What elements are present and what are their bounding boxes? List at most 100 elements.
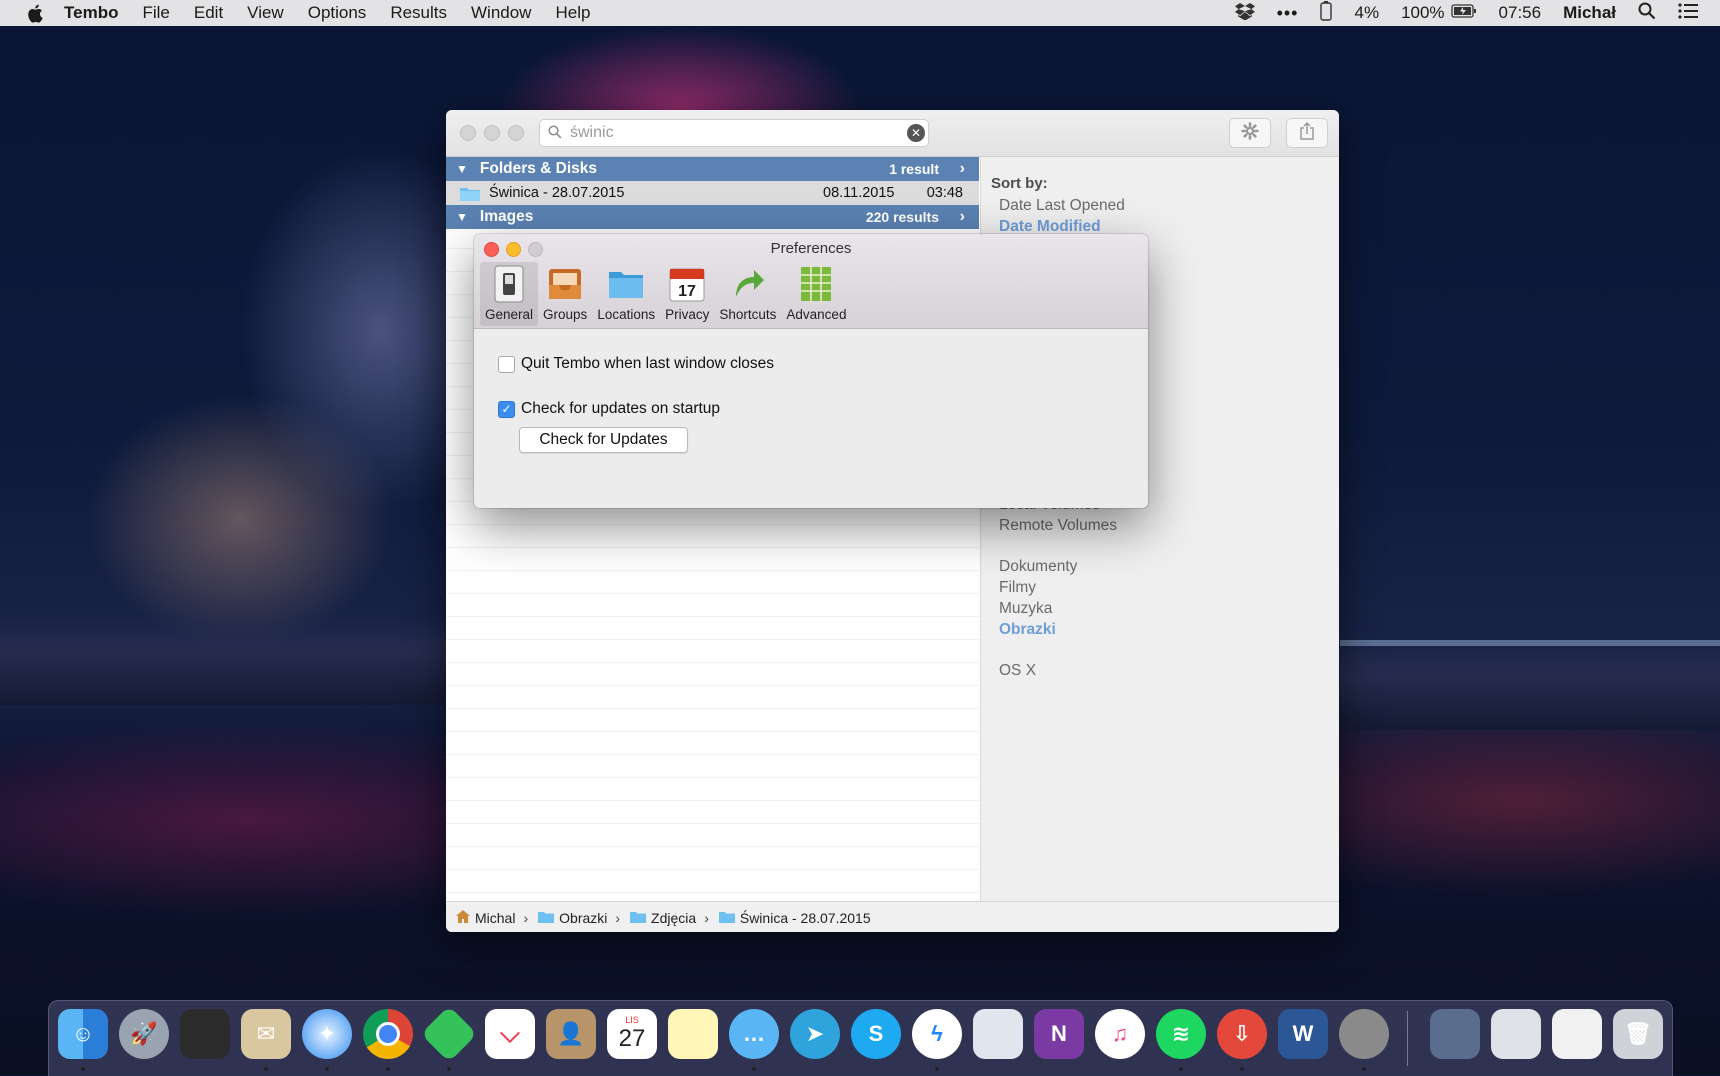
result-row-folder[interactable]: Świnica - 28.07.2015 08.11.2015 03:48 [446,181,979,205]
minimize-button[interactable] [484,125,500,141]
path-crumb-label: Michal [475,909,516,926]
apple-menu-icon[interactable] [24,3,46,23]
location-os-x[interactable]: OS X [999,662,1036,680]
launchpad-icon[interactable]: 🚀 [119,1009,169,1059]
spotlight-icon[interactable] [1638,2,1656,25]
running-indicator [1179,1067,1183,1071]
folder-obrazki[interactable]: Obrazki [999,621,1056,639]
contacts-icon[interactable]: 👤 [546,1009,596,1059]
clock[interactable]: 07:56 [1499,3,1542,23]
folder-dokumenty[interactable]: Dokumenty [999,558,1077,576]
path-crumb-obrazki[interactable]: Obrazki › [538,910,622,926]
calendar-icon: 17 [667,264,707,304]
settings-button[interactable] [1229,118,1271,148]
menu-options[interactable]: Options [308,3,367,23]
clear-search-icon[interactable]: ✕ [907,124,925,142]
tembo-app-icon[interactable] [1339,1009,1389,1059]
path-crumb-zdjecia[interactable]: Zdjęcia › [630,910,711,926]
notification-center-icon[interactable] [1678,2,1698,24]
onenote-icon[interactable]: N [1034,1009,1084,1059]
messages-icon[interactable]: … [729,1009,779,1059]
path-crumb-home[interactable]: Michal › [456,909,530,926]
menu-view[interactable]: View [247,3,284,23]
quit-option-row[interactable]: Quit Tembo when last window closes [498,355,774,373]
quit-checkbox[interactable] [498,355,515,373]
transmit-icon[interactable]: ⇩ [1217,1009,1267,1059]
word-icon[interactable]: W [1278,1009,1328,1059]
preferences-window: Preferences General Groups Locations 17 … [474,234,1148,508]
menu-window[interactable]: Window [471,3,531,23]
calendar-dock-icon[interactable]: LIS 27 [607,1009,657,1059]
battery-icon[interactable] [1450,3,1477,23]
chrome-icon[interactable] [363,1009,413,1059]
messenger-icon[interactable]: ϟ [912,1009,962,1059]
tab-advanced[interactable]: Advanced [781,262,851,326]
group-header-folders[interactable]: ▼ Folders & Disks 1 result › [446,157,979,181]
spreadsheet-icon [796,264,836,304]
tab-general[interactable]: General [480,262,539,326]
home-icon [456,909,470,926]
feedly-icon[interactable] [420,1005,478,1063]
notes-icon[interactable] [668,1009,718,1059]
location-remote-volumes[interactable]: Remote Volumes [999,517,1117,535]
running-indicator [1240,1067,1244,1071]
preview-icon[interactable] [973,1009,1023,1059]
stack-folder-icon[interactable] [1430,1009,1480,1059]
running-indicator [386,1067,390,1071]
stack-photos-icon[interactable] [1491,1009,1541,1059]
pocket-icon[interactable]: ⌵ [485,1009,535,1059]
preferences-general-pane: Quit Tembo when last window closes ✓ Che… [474,329,1148,508]
photo-app-icon[interactable] [180,1009,230,1059]
close-button[interactable] [460,125,476,141]
menu-results[interactable]: Results [390,3,447,23]
sort-date-last-opened[interactable]: Date Last Opened [999,197,1125,215]
folder-muzyka[interactable]: Muzyka [999,600,1052,618]
tab-privacy[interactable]: 17 Privacy [660,262,714,326]
updates-option-row[interactable]: ✓ Check for updates on startup [498,400,720,418]
disclosure-triangle-icon[interactable]: ▼ [456,162,468,176]
telegram-icon[interactable]: ➤ [790,1009,840,1059]
skype-icon[interactable]: S [851,1009,901,1059]
spotify-icon[interactable]: ≋ [1156,1009,1206,1059]
disclosure-triangle-icon[interactable]: ▼ [456,210,468,224]
search-icon [548,125,562,144]
trash-icon[interactable]: 🗑 [1613,1009,1663,1059]
more-icon[interactable]: ••• [1277,3,1299,24]
search-input[interactable] [568,122,892,144]
stack-documents-icon[interactable] [1552,1009,1602,1059]
group-title: Folders & Disks [479,160,598,177]
folder-icon [460,186,480,205]
user-name[interactable]: Michał [1563,3,1616,23]
chevron-right-icon: › [523,909,529,926]
itunes-icon[interactable]: ♫ [1095,1009,1145,1059]
mail-icon[interactable]: ✉ [241,1009,291,1059]
menu-file[interactable]: File [142,3,169,23]
safari-icon[interactable]: ✦ [302,1009,352,1059]
running-indicator [264,1067,268,1071]
gear-icon [1241,121,1259,145]
menu-edit[interactable]: Edit [194,3,223,23]
finder-icon[interactable]: ☺ [58,1009,108,1059]
folder-icon [538,910,555,926]
tab-locations[interactable]: Locations [592,262,660,326]
share-button[interactable] [1286,118,1328,148]
chevron-right-icon[interactable]: › [960,160,965,178]
path-crumb-swinica[interactable]: Świnica - 28.07.2015 [718,910,871,926]
running-indicator [752,1067,756,1071]
menu-bar: Tembo File Edit View Options Results Win… [0,0,1720,26]
dropbox-icon[interactable] [1234,2,1255,25]
group-header-images[interactable]: ▼ Images 220 results › [446,205,979,229]
menu-app-name[interactable]: Tembo [64,3,118,23]
wallpaper-skyline-right [1340,640,1720,730]
search-field[interactable]: ✕ [539,119,929,147]
tab-groups[interactable]: Groups [538,262,592,326]
sort-title: Sort by: [991,175,1048,192]
battery-small-icon[interactable] [1320,0,1333,26]
chevron-right-icon[interactable]: › [960,208,965,226]
zoom-button[interactable] [508,125,524,141]
check-for-updates-button[interactable]: Check for Updates [519,427,688,453]
menu-help[interactable]: Help [555,3,590,23]
tab-shortcuts[interactable]: Shortcuts [714,262,781,326]
updates-checkbox[interactable]: ✓ [498,400,515,418]
folder-filmy[interactable]: Filmy [999,579,1036,597]
